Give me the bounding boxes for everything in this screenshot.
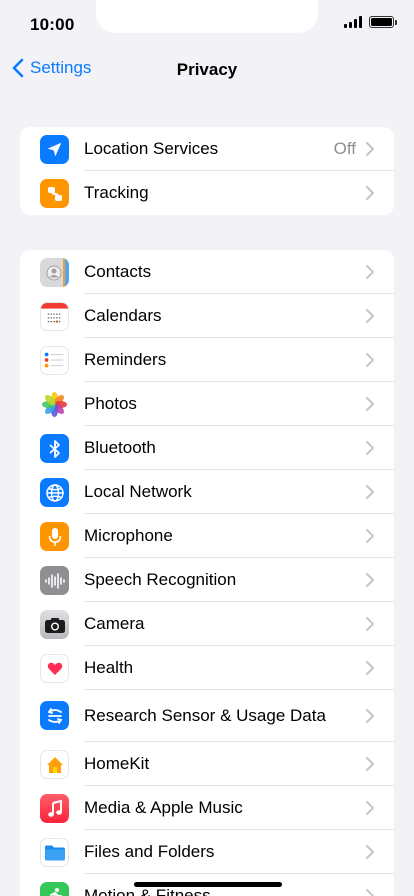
status-bar: 10:00 xyxy=(0,0,414,48)
list-item-files-and-folders[interactable]: Files and Folders xyxy=(20,830,394,874)
location-arrow-icon xyxy=(40,135,69,164)
list-item-label: Speech Recognition xyxy=(84,570,237,589)
photos-icon xyxy=(40,390,69,419)
chevron-right-icon xyxy=(366,265,374,279)
chevron-right-icon xyxy=(366,441,374,455)
reminders-icon xyxy=(40,346,69,375)
list-item-bluetooth[interactable]: Bluetooth xyxy=(20,426,394,470)
list-item-tracking[interactable]: Tracking xyxy=(20,171,394,215)
list-item-speech-recognition[interactable]: Speech Recognition xyxy=(20,558,394,602)
list-item-microphone[interactable]: Microphone xyxy=(20,514,394,558)
list-item-location-services[interactable]: Location Services Off xyxy=(20,127,394,171)
list-item-contacts[interactable]: Contacts xyxy=(20,250,394,294)
battery-icon xyxy=(369,16,397,28)
heart-icon xyxy=(40,654,69,683)
list-item-label: Location Services xyxy=(84,139,219,158)
list-item-label: Research Sensor & Usage Data xyxy=(84,706,326,725)
list-item-label: Camera xyxy=(84,614,145,633)
chevron-right-icon xyxy=(366,309,374,323)
fitness-icon xyxy=(40,882,69,896)
chevron-right-icon xyxy=(366,529,374,543)
location-tracking-group: Location Services Off Tracking xyxy=(20,127,394,215)
chevron-right-icon xyxy=(366,889,374,896)
home-indicator[interactable] xyxy=(134,882,282,887)
app-permissions-group: Contacts Calendars Reminders Photos Blue… xyxy=(20,250,394,896)
status-time: 10:00 xyxy=(30,15,75,34)
list-item-media-apple-music[interactable]: Media & Apple Music xyxy=(20,786,394,830)
chevron-right-icon xyxy=(366,573,374,587)
chevron-right-icon xyxy=(366,353,374,367)
list-item-local-network[interactable]: Local Network xyxy=(20,470,394,514)
list-item-photos[interactable]: Photos xyxy=(20,382,394,426)
waveform-icon xyxy=(40,566,69,595)
camera-icon xyxy=(40,610,69,639)
chevron-right-icon xyxy=(366,801,374,815)
list-item-label: Files and Folders xyxy=(84,842,215,861)
contacts-icon xyxy=(40,258,69,287)
list-item-health[interactable]: Health xyxy=(20,646,394,690)
list-item-label: Photos xyxy=(84,394,137,413)
chevron-right-icon xyxy=(366,757,374,771)
chevron-right-icon xyxy=(366,845,374,859)
cellular-signal-icon xyxy=(344,16,362,28)
list-item-label: Health xyxy=(84,658,134,677)
home-icon xyxy=(40,750,69,779)
list-item-label: Bluetooth xyxy=(84,438,156,457)
notch xyxy=(96,0,318,33)
list-item-label: Tracking xyxy=(84,183,149,202)
list-item-label: Contacts xyxy=(84,262,152,281)
list-item-calendars[interactable]: Calendars xyxy=(20,294,394,338)
chevron-right-icon xyxy=(366,142,374,156)
chevron-right-icon xyxy=(366,709,374,723)
list-item-reminders[interactable]: Reminders xyxy=(20,338,394,382)
list-item-research-sensor[interactable]: Research Sensor & Usage Data xyxy=(20,690,394,742)
list-item-label: Reminders xyxy=(84,350,167,369)
page-title: Privacy xyxy=(176,60,238,79)
chevron-right-icon xyxy=(366,661,374,675)
chevron-right-icon xyxy=(366,186,374,200)
globe-icon xyxy=(40,478,69,507)
list-item-homekit[interactable]: HomeKit xyxy=(20,742,394,786)
chevron-right-icon xyxy=(366,485,374,499)
navigation-bar: Settings Privacy xyxy=(0,48,414,92)
music-note-icon xyxy=(40,794,69,823)
list-item-camera[interactable]: Camera xyxy=(20,602,394,646)
research-icon xyxy=(40,701,69,730)
calendar-icon xyxy=(40,302,69,331)
chevron-right-icon xyxy=(366,617,374,631)
list-item-label: Motion & Fitness xyxy=(84,886,211,896)
chevron-right-icon xyxy=(366,397,374,411)
status-icons xyxy=(344,16,397,28)
bluetooth-icon xyxy=(40,434,69,463)
list-item-label: Calendars xyxy=(84,306,162,325)
tracking-icon xyxy=(40,179,69,208)
list-item-label: HomeKit xyxy=(84,754,150,773)
microphone-icon xyxy=(40,522,69,551)
list-item-label: Local Network xyxy=(84,482,192,501)
list-item-label: Media & Apple Music xyxy=(84,798,243,817)
folder-icon xyxy=(40,838,69,867)
list-item-label: Microphone xyxy=(84,526,173,545)
list-item-value: Off xyxy=(333,139,356,158)
